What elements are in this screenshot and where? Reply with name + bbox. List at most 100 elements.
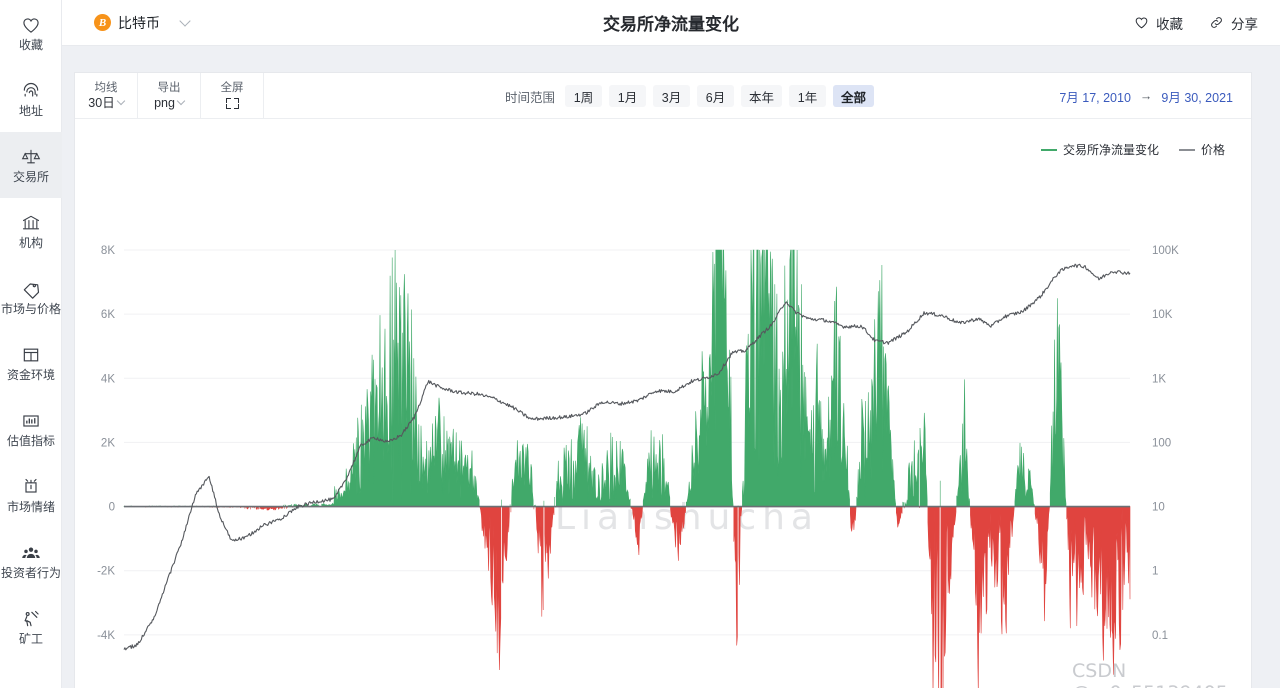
range-button-1w[interactable]: 1周: [565, 85, 603, 107]
export-value: png: [154, 95, 175, 110]
app-root: 收藏 地址 交易所 机构 市场与价格 资金环境 估值指标 市场情绪 投资者行为 …: [0, 0, 1280, 688]
sidebar-item-label: 地址: [18, 103, 43, 118]
chart-legend: 交易所净流量变化 价格: [1040, 141, 1225, 158]
chart-toolbar: 均线 30日 导出 png 全屏 时间范围 1周 1月 3月 6月 本年 1年 …: [75, 73, 1251, 119]
svg-text:-2K: -2K: [97, 566, 115, 578]
sidebar-item-investor-behavior[interactable]: 投资者行为: [0, 528, 62, 594]
ma-value-wrap: 30日: [88, 95, 125, 110]
range-button-1m[interactable]: 1月: [609, 85, 647, 107]
legend-item-netflow[interactable]: 交易所净流量变化: [1040, 141, 1159, 158]
sidebar-item-label: 收藏: [18, 37, 43, 52]
favorite-label: 收藏: [1156, 16, 1183, 32]
legend-swatch-price: [1178, 148, 1195, 151]
chevron-down-icon: [116, 96, 125, 106]
chart-plot-area[interactable]: 交易所净流量变化 价格 Lianshucha 8K6K4K2K0-2K-4K-6…: [75, 119, 1253, 688]
fingerprint-icon: [23, 82, 39, 97]
chart-series-netflow-negative: [129, 506, 1131, 688]
sidebar-item-label: 估值指标: [6, 433, 55, 448]
svg-text:0.1: 0.1: [1152, 630, 1168, 642]
svg-text:0: 0: [109, 502, 115, 514]
miner-icon: [24, 610, 39, 626]
export-title: 导出: [157, 81, 181, 94]
expand-icon: [225, 98, 239, 109]
date-range: 7月 17, 2010 → 9月 30, 2021: [1059, 73, 1233, 119]
chart-svg: 8K6K4K2K0-2K-4K-6K 100K10K1K1001010.10.0…: [97, 245, 1179, 688]
page-title: 交易所净流量变化: [603, 15, 739, 34]
fullscreen-title: 全屏: [220, 82, 244, 94]
ma-title: 均线: [94, 81, 118, 94]
window-icon: [23, 348, 39, 361]
chart-gridlines: [124, 249, 1130, 636]
tag-icon: [23, 282, 40, 299]
coin-name: 比特币: [118, 14, 160, 31]
time-range-group: 时间范围 1周 1月 3月 6月 本年 1年 全部: [505, 73, 875, 119]
export-value-wrap: png: [154, 95, 186, 110]
legend-label-netflow: 交易所净流量变化: [1062, 143, 1159, 157]
favorite-button[interactable]: 收藏: [1134, 13, 1183, 33]
scales-icon: [21, 149, 41, 163]
coin-selector[interactable]: B 比特币: [94, 13, 191, 33]
chart-left-axis-ticks: 8K6K4K2K0-2K-4K-6K: [97, 245, 115, 642]
sidebar-item-label: 机构: [18, 235, 43, 250]
sidebar-item-label: 交易所: [12, 169, 49, 184]
export-selector[interactable]: 导出 png: [138, 73, 201, 118]
time-range-label: 时间范围: [505, 90, 556, 105]
bar-chart-icon: [23, 414, 39, 427]
range-button-3m[interactable]: 3月: [653, 85, 691, 107]
svg-text:10K: 10K: [1152, 309, 1173, 321]
sidebar: 收藏 地址 交易所 机构 市场与价格 资金环境 估值指标 市场情绪 投资者行为 …: [0, 0, 62, 688]
fullscreen-button[interactable]: 全屏: [201, 73, 264, 118]
sidebar-item-sentiment[interactable]: 市场情绪: [0, 462, 62, 528]
svg-text:1: 1: [1152, 566, 1158, 578]
date-from[interactable]: 7月 17, 2010: [1059, 87, 1131, 106]
sidebar-item-valuation[interactable]: 估值指标: [0, 396, 62, 462]
svg-text:6K: 6K: [101, 309, 115, 321]
svg-text:2K: 2K: [101, 437, 115, 449]
sidebar-item-exchange[interactable]: 交易所: [0, 132, 62, 198]
sidebar-item-funding[interactable]: 资金环境: [0, 330, 62, 396]
svg-text:8K: 8K: [101, 245, 115, 257]
heart-icon: [1135, 17, 1148, 29]
svg-text:10: 10: [1152, 502, 1165, 514]
chart-right-axis-ticks: 100K10K1K1001010.10.01: [1152, 245, 1179, 642]
sidebar-item-label: 投资者行为: [0, 565, 61, 580]
svg-text:100: 100: [1152, 437, 1171, 449]
bitcoin-icon: B: [94, 14, 111, 31]
bank-icon: [22, 215, 40, 229]
sidebar-item-miner[interactable]: 矿工: [0, 594, 62, 660]
svg-text:100K: 100K: [1152, 245, 1179, 257]
top-actions: 收藏 分享: [1134, 13, 1258, 33]
sidebar-item-favorites[interactable]: 收藏: [0, 0, 62, 66]
legend-swatch-netflow: [1040, 148, 1057, 151]
chevron-down-icon: [179, 15, 191, 27]
heart-icon: [23, 17, 39, 33]
date-to[interactable]: 9月 30, 2021: [1161, 87, 1233, 106]
sidebar-item-label: 市场与价格: [0, 301, 61, 316]
sidebar-item-label: 矿工: [18, 631, 43, 646]
date-arrow-icon: →: [1139, 89, 1153, 103]
legend-item-price[interactable]: 价格: [1178, 141, 1225, 158]
people-icon: [22, 547, 40, 558]
sidebar-item-address[interactable]: 地址: [0, 66, 62, 132]
svg-text:-4K: -4K: [97, 630, 115, 642]
chart-card: 均线 30日 导出 png 全屏 时间范围 1周 1月 3月 6月 本年 1年 …: [74, 72, 1252, 688]
link-icon: [1211, 17, 1222, 28]
top-bar: B 比特币 交易所净流量变化 收藏 分享: [62, 0, 1280, 46]
sidebar-item-institution[interactable]: 机构: [0, 198, 62, 264]
sidebar-item-label: 资金环境: [6, 367, 55, 382]
range-button-ytd[interactable]: 本年: [741, 85, 783, 107]
svg-text:1K: 1K: [1152, 373, 1166, 385]
share-label: 分享: [1231, 16, 1258, 32]
range-button-all[interactable]: 全部: [833, 85, 875, 107]
sidebar-item-market-price[interactable]: 市场与价格: [0, 264, 62, 330]
share-button[interactable]: 分享: [1209, 13, 1258, 33]
legend-label-price: 价格: [1200, 143, 1225, 157]
alarm-icon: [25, 478, 37, 493]
range-button-6m[interactable]: 6月: [697, 85, 735, 107]
chevron-down-icon: [176, 96, 186, 106]
ma-value: 30日: [88, 95, 115, 110]
sidebar-item-label: 市场情绪: [6, 499, 55, 514]
svg-text:4K: 4K: [101, 373, 115, 385]
range-button-1y[interactable]: 1年: [789, 85, 827, 107]
moving-average-selector[interactable]: 均线 30日: [75, 73, 138, 118]
